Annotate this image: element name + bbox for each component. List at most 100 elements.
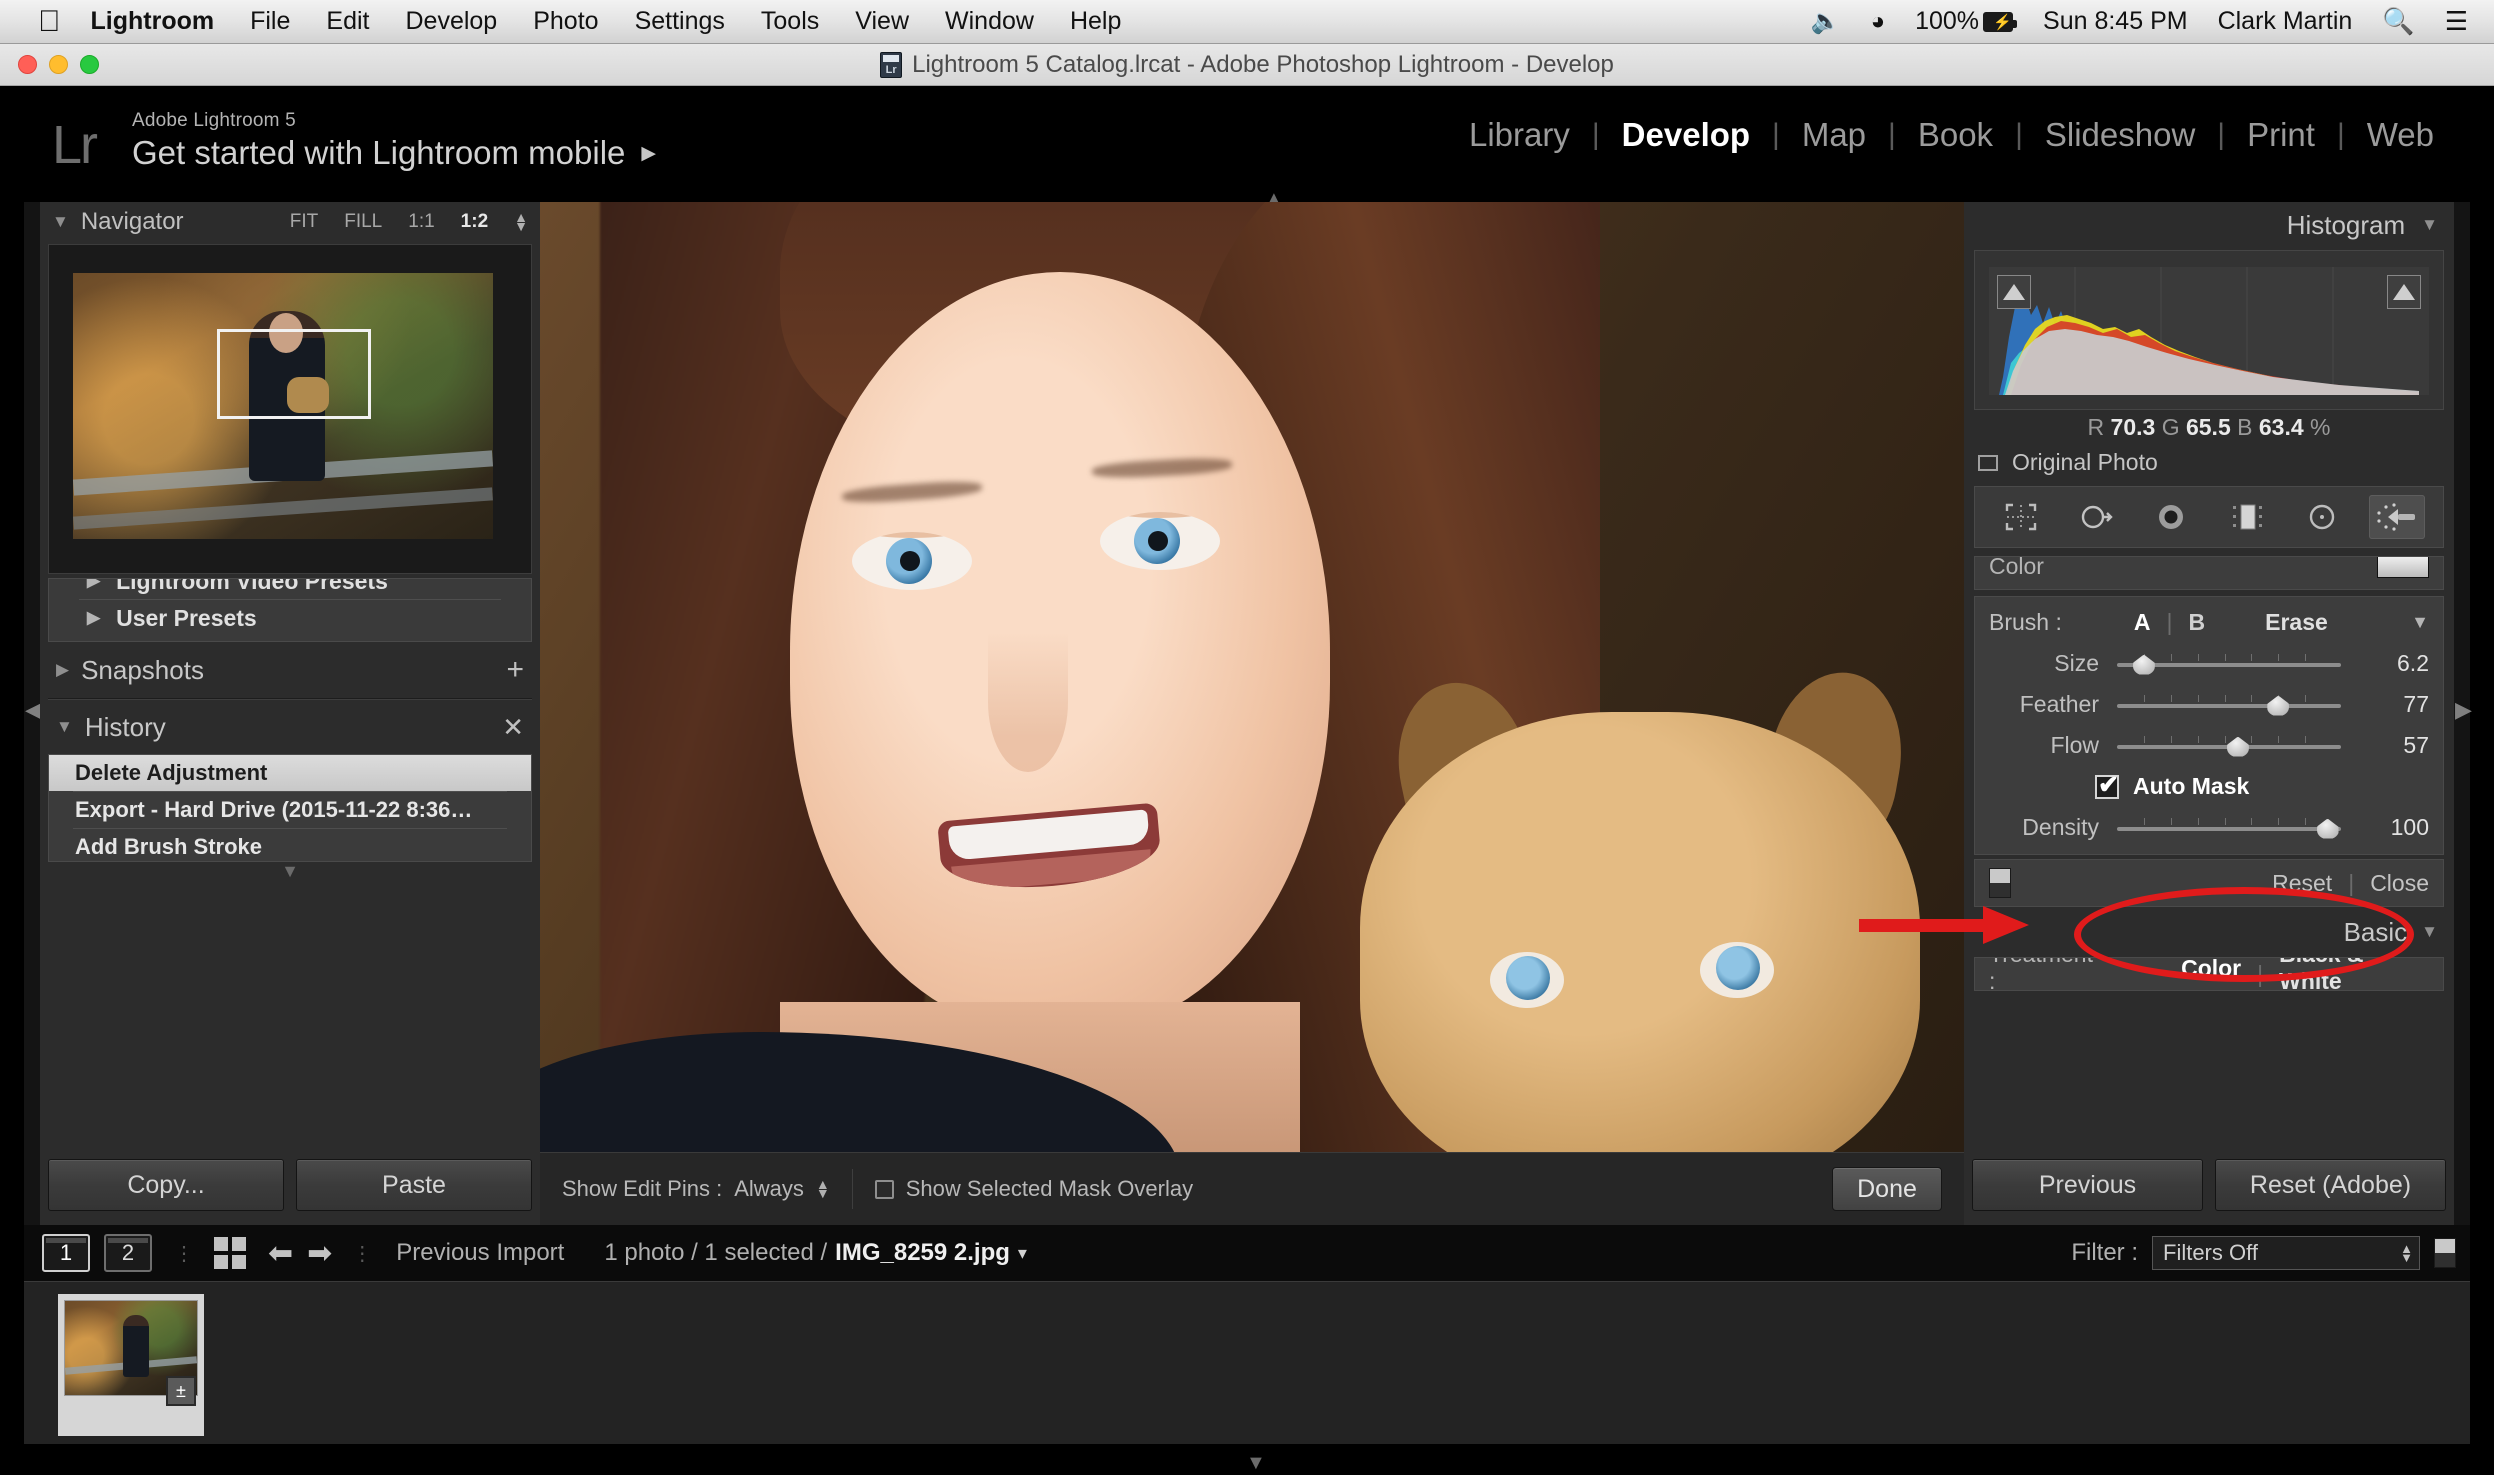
grid-view-icon[interactable] (214, 1237, 246, 1269)
chevron-down-icon[interactable]: ▼ (56, 717, 73, 737)
module-map[interactable]: Map (1780, 116, 1888, 154)
basic-panel-header[interactable]: Basic ▼ (1964, 907, 2454, 957)
paste-button[interactable]: Paste (296, 1159, 532, 1211)
slider-value[interactable]: 77 (2359, 691, 2429, 718)
filter-select[interactable]: Filters Off ▲ ▼ (2152, 1236, 2420, 1270)
chevron-right-icon[interactable]: ▶ (87, 579, 100, 591)
zoom-selected[interactable]: 1:2 (461, 211, 488, 233)
highlight-clipping-icon[interactable] (2387, 275, 2421, 309)
filter-stepper[interactable]: ▲ ▼ (2400, 1242, 2413, 1264)
chevron-down-icon[interactable]: ▾ (1018, 1243, 1027, 1264)
module-book[interactable]: Book (1896, 116, 2015, 154)
preset-group-lightroom-video[interactable]: ▶ Lightroom Video Presets (49, 579, 531, 599)
chevron-down-icon[interactable]: ▼ (2421, 922, 2438, 942)
mask-overlay-group[interactable]: Show Selected Mask Overlay (853, 1176, 1215, 1202)
brush-erase-button[interactable]: Erase (2265, 609, 2328, 636)
add-snapshot-button[interactable]: + (506, 653, 524, 687)
menubar-clock[interactable]: Sun 8:45 PM (2043, 7, 2188, 36)
snapshots-header[interactable]: ▶ Snapshots + (40, 642, 540, 698)
module-slideshow[interactable]: Slideshow (2023, 116, 2217, 154)
arrow-right-icon[interactable]: ➡ (307, 1236, 332, 1271)
chevron-right-icon[interactable]: ▶ (2455, 697, 2472, 723)
window-controls[interactable] (18, 55, 99, 74)
menu-item-settings[interactable]: Settings (635, 7, 725, 36)
arrow-left-icon[interactable]: ⬅ (268, 1236, 293, 1271)
slider-track[interactable] (2117, 694, 2341, 716)
apple-icon[interactable]:  (38, 6, 61, 37)
original-photo-row[interactable]: Original Photo (1964, 441, 2454, 476)
menu-item-edit[interactable]: Edit (326, 7, 369, 36)
chevron-down-icon[interactable]: ▼ (2411, 612, 2429, 633)
module-web[interactable]: Web (2345, 116, 2456, 154)
slider-value[interactable]: 57 (2359, 732, 2429, 759)
presets-list[interactable]: ▶ Lightroom Video Presets ▶ User Presets (48, 578, 532, 642)
slider-track[interactable] (2117, 817, 2341, 839)
screen-layout-1-button[interactable]: 1 (42, 1234, 90, 1272)
minimize-icon[interactable] (49, 55, 68, 74)
show-edit-pins-value[interactable]: Always (734, 1176, 804, 1202)
zoom-stepper[interactable]: ▲ ▼ (514, 210, 528, 233)
show-edit-pins-group[interactable]: Show Edit Pins : Always ▲ ▼ (540, 1176, 852, 1202)
navigator-header[interactable]: ▼ Navigator FIT FILL 1:1 1:2 ▲ ▼ (40, 202, 540, 242)
slider-size[interactable]: Size 6.2 (1975, 643, 2443, 684)
chevron-down-icon[interactable]: ▼ (52, 212, 69, 232)
chevron-right-icon[interactable]: ▶ (641, 142, 656, 165)
photo-viewport[interactable] (540, 202, 1964, 1152)
done-button[interactable]: Done (1832, 1167, 1942, 1211)
slider-value[interactable]: 100 (2359, 814, 2429, 841)
navigator-preview[interactable] (48, 244, 532, 574)
left-panel-collapse-strip[interactable]: ◀ (24, 202, 42, 1225)
shadow-clipping-icon[interactable] (1997, 275, 2031, 309)
history-item[interactable]: Add Brush Stroke (49, 829, 531, 861)
history-list[interactable]: Delete Adjustment Export - Hard Drive (2… (48, 754, 532, 862)
chevron-right-icon[interactable]: ▶ (87, 608, 100, 628)
history-header[interactable]: ▼ History ✕ (40, 700, 540, 754)
mask-overlay-checkbox[interactable] (874, 1179, 894, 1199)
history-item[interactable]: Export - Hard Drive (2015-11-22 8:36… (49, 792, 531, 828)
slider-track[interactable] (2117, 735, 2341, 757)
volume-icon[interactable]: 🔈 (1811, 7, 1841, 36)
maximize-icon[interactable] (80, 55, 99, 74)
adjustment-brush-tool[interactable] (2369, 495, 2426, 539)
show-edit-pins-stepper[interactable]: ▲ ▼ (816, 1177, 830, 1200)
zoom-fit[interactable]: FIT (290, 211, 319, 233)
battery-status[interactable]: 100% ⚡ (1915, 7, 2018, 36)
treatment-bw-button[interactable]: Black & White (2279, 958, 2429, 990)
histogram-header[interactable]: Histogram ▼ (1964, 202, 2454, 248)
slider-density[interactable]: Density 100 (1975, 807, 2443, 848)
filmstrip-thumbnail[interactable]: ± (58, 1294, 204, 1436)
filmstrip-filename[interactable]: IMG_8259 2.jpg (835, 1239, 1010, 1267)
slider-value[interactable]: 6.2 (2359, 650, 2429, 677)
menu-item-tools[interactable]: Tools (761, 7, 819, 36)
right-panel-collapse-strip[interactable]: ▶ (2454, 202, 2472, 1225)
zoom-fill[interactable]: FILL (344, 211, 382, 233)
previous-button[interactable]: Previous (1972, 1159, 2203, 1211)
close-icon[interactable] (18, 55, 37, 74)
menu-item-window[interactable]: Window (945, 7, 1034, 36)
radial-filter-tool[interactable] (2294, 495, 2350, 539)
color-swatch[interactable] (2377, 557, 2429, 578)
navigator-crop-rect[interactable] (217, 329, 371, 419)
wifi-icon[interactable]: ◕ (1871, 8, 1886, 36)
preset-group-user-presets[interactable]: ▶ User Presets (49, 600, 531, 636)
brush-close-button[interactable]: Close (2370, 870, 2429, 897)
reset-adobe-button[interactable]: Reset (Adobe) (2215, 1159, 2446, 1211)
red-eye-correction-tool[interactable] (2143, 495, 2199, 539)
crop-overlay-tool[interactable] (1993, 495, 2049, 539)
promo-link[interactable]: Get started with Lightroom mobile ▶ (132, 134, 656, 172)
menu-item-help[interactable]: Help (1070, 7, 1121, 36)
zoom-1-1[interactable]: 1:1 (408, 211, 434, 233)
chevron-right-icon[interactable]: ▶ (56, 660, 69, 680)
copy-button[interactable]: Copy... (48, 1159, 284, 1211)
spot-removal-tool[interactable] (2068, 495, 2124, 539)
menu-item-lightroom[interactable]: Lightroom (91, 7, 215, 36)
screen-layout-2-button[interactable]: 2 (104, 1234, 152, 1272)
list-icon[interactable]: ☰ (2445, 6, 2468, 37)
module-develop[interactable]: Develop (1600, 116, 1772, 154)
treatment-color-button[interactable]: Color (2181, 958, 2241, 982)
auto-mask-checkbox[interactable] (2095, 770, 2119, 800)
auto-mask-row[interactable]: Auto Mask (1975, 766, 2443, 807)
menu-item-photo[interactable]: Photo (533, 7, 598, 36)
history-item[interactable]: Delete Adjustment (49, 755, 531, 791)
panel-switch-icon[interactable] (1989, 868, 2011, 898)
